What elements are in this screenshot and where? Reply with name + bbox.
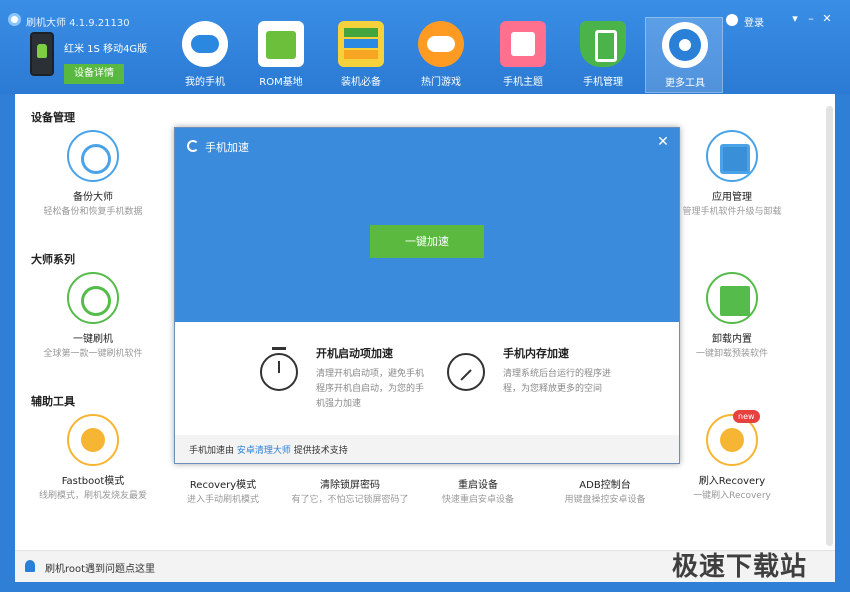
- tool-adb-console[interactable]: ADB控制台 用键盘操控安卓设备: [545, 470, 665, 507]
- watermark: 极速下载站: [672, 552, 808, 582]
- gauge-icon: [447, 353, 485, 391]
- footer-suffix: 提供技术支持: [290, 446, 348, 456]
- dialog-header: 手机加速 ✕ 一键加速: [175, 128, 679, 322]
- app-logo-icon: [8, 13, 21, 26]
- nav-hot-games[interactable]: 热门游戏: [402, 17, 480, 93]
- tool-name: 一键刷机: [73, 334, 113, 345]
- footer-text: 手机加速由 安卓清理大师 提供技术支持: [189, 443, 348, 456]
- tool-desc: 一键刷入Recovery: [693, 491, 771, 501]
- refresh-icon: [67, 272, 119, 324]
- nav-label: ROM基地: [259, 77, 303, 88]
- tool-name: ADB控制台: [579, 480, 631, 491]
- bell-icon: [25, 560, 35, 572]
- section-device-manage: 设备管理: [31, 111, 75, 124]
- phone-shield-icon: [580, 21, 626, 67]
- tool-backup[interactable]: 备份大师 轻松备份和恢复手机数据: [33, 130, 153, 219]
- gamepad-icon: [418, 21, 464, 67]
- tool-flash-recovery[interactable]: 刷入Recovery 一键刷入Recovery: [672, 414, 792, 503]
- nav-rom-base[interactable]: ROM基地: [242, 17, 320, 93]
- one-click-speedup-button[interactable]: 一键加速: [370, 225, 484, 258]
- tool-name: 备份大师: [73, 192, 113, 203]
- section-master-series: 大师系列: [31, 253, 75, 266]
- device-detail-button[interactable]: 设备详情: [64, 64, 124, 84]
- cloud-icon: [182, 21, 228, 67]
- nav-label: 手机管理: [583, 77, 623, 88]
- wrench-icon: [662, 22, 708, 68]
- tool-app-manage[interactable]: 应用管理 管理手机软件升级与卸载: [672, 130, 792, 219]
- feature-desc: 清理开机启动项，避免手机程序开机自启动，为您的手机强力加速: [316, 369, 425, 409]
- nav-more-tools[interactable]: 更多工具: [645, 17, 723, 93]
- section-assist-tools: 辅助工具: [31, 395, 75, 408]
- tool-name: 重启设备: [458, 480, 498, 491]
- device-name: 红米 1S 移动4G版: [64, 44, 148, 55]
- tool-one-click-flash[interactable]: 一键刷机 全球第一款一键刷机软件: [33, 272, 153, 361]
- minimize-icon[interactable]: –: [804, 12, 818, 26]
- footer-prefix: 手机加速由: [189, 446, 237, 456]
- header: 刷机大师 4.1.9.21130 红米 1S 移动4G版 设备详情 我的手机 R…: [0, 0, 850, 94]
- nav-label: 我的手机: [185, 77, 225, 88]
- feature-memory-speedup: 手机内存加速 清理系统后台运行的程序进程，为您释放更多的空间: [447, 343, 647, 413]
- tool-name: Fastboot模式: [61, 476, 125, 487]
- rom-bag-icon: [258, 21, 304, 67]
- tool-name: 清除锁屏密码: [320, 480, 380, 491]
- close-icon[interactable]: ✕: [820, 12, 834, 26]
- feature-title: 手机内存加速: [503, 347, 569, 360]
- dialog-title: 手机加速: [205, 141, 249, 154]
- tool-name: Recovery模式: [189, 480, 257, 491]
- app-title: 刷机大师 4.1.9.21130: [26, 18, 130, 29]
- tool-desc: 线刷模式，刷机发烧友最爱: [38, 491, 147, 501]
- feature-startup-speedup: 开机启动项加速 清理开机启动项，避免手机程序开机自启动，为您的手机强力加速: [260, 343, 460, 413]
- tool-desc: 用键盘操控安卓设备: [564, 495, 646, 505]
- dialog-close-button[interactable]: ✕: [655, 134, 671, 150]
- nav-themes[interactable]: 手机主题: [484, 17, 562, 93]
- nav-essentials[interactable]: 装机必备: [322, 17, 400, 93]
- clean-master-link[interactable]: 安卓清理大师: [237, 446, 291, 456]
- tool-desc: 全球第一款一键刷机软件: [43, 349, 143, 359]
- tool-fastboot[interactable]: Fastboot模式 线刷模式，刷机发烧友最爱: [33, 414, 153, 503]
- tool-desc: 轻松备份和恢复手机数据: [43, 207, 143, 217]
- nav-my-phone[interactable]: 我的手机: [166, 17, 244, 93]
- lightning-icon: [67, 414, 119, 466]
- nav-label: 热门游戏: [421, 77, 461, 88]
- app-grid-icon: [706, 130, 758, 182]
- nav-label: 更多工具: [665, 78, 705, 89]
- dialog-footer: 手机加速由 安卓清理大师 提供技术支持: [175, 435, 679, 463]
- nav-label: 手机主题: [503, 77, 543, 88]
- speed-icon: [187, 140, 199, 152]
- trash-icon: [706, 272, 758, 324]
- stopwatch-icon: [260, 347, 298, 391]
- tool-desc: 进入手动刷机模式: [186, 495, 259, 505]
- help-link[interactable]: 刷机root遇到问题点这里: [45, 560, 155, 575]
- tool-reboot-device[interactable]: 重启设备 快速重启安卓设备: [418, 470, 538, 507]
- user-icon[interactable]: [726, 14, 738, 26]
- tool-name: 刷入Recovery: [698, 476, 766, 487]
- tool-name: 卸载内置: [712, 334, 752, 345]
- login-link[interactable]: 登录: [744, 14, 764, 29]
- apps-stack-icon: [338, 21, 384, 67]
- tool-recovery-mode[interactable]: Recovery模式 进入手动刷机模式: [163, 470, 283, 507]
- backup-icon: [67, 130, 119, 182]
- tool-desc: 管理手机软件升级与卸载: [682, 207, 782, 217]
- tool-desc: 快速重启安卓设备: [441, 495, 514, 505]
- tool-desc: 一键卸载预装软件: [695, 349, 768, 359]
- menu-icon[interactable]: ▾: [788, 12, 802, 26]
- tool-name: 应用管理: [712, 192, 752, 203]
- android-phone-icon: [30, 32, 54, 76]
- feature-title: 开机启动项加速: [316, 347, 393, 360]
- feature-desc: 清理系统后台运行的程序进程，为您释放更多的空间: [503, 369, 612, 394]
- tool-uninstall-builtin[interactable]: 卸载内置 一键卸载预装软件: [672, 272, 792, 361]
- new-badge: new: [733, 410, 760, 423]
- nav-label: 装机必备: [341, 77, 381, 88]
- tool-desc: 有了它，不怕忘记锁屏密码了: [291, 495, 409, 505]
- speedup-dialog: 手机加速 ✕ 一键加速 开机启动项加速 清理开机启动项，避免手机程序开机自启动，…: [174, 127, 680, 464]
- scrollbar[interactable]: [826, 106, 833, 546]
- tshirt-icon: [500, 21, 546, 67]
- nav-phone-manage[interactable]: 手机管理: [564, 17, 642, 93]
- tool-clear-lock-password[interactable]: 清除锁屏密码 有了它，不怕忘记锁屏密码了: [290, 470, 410, 507]
